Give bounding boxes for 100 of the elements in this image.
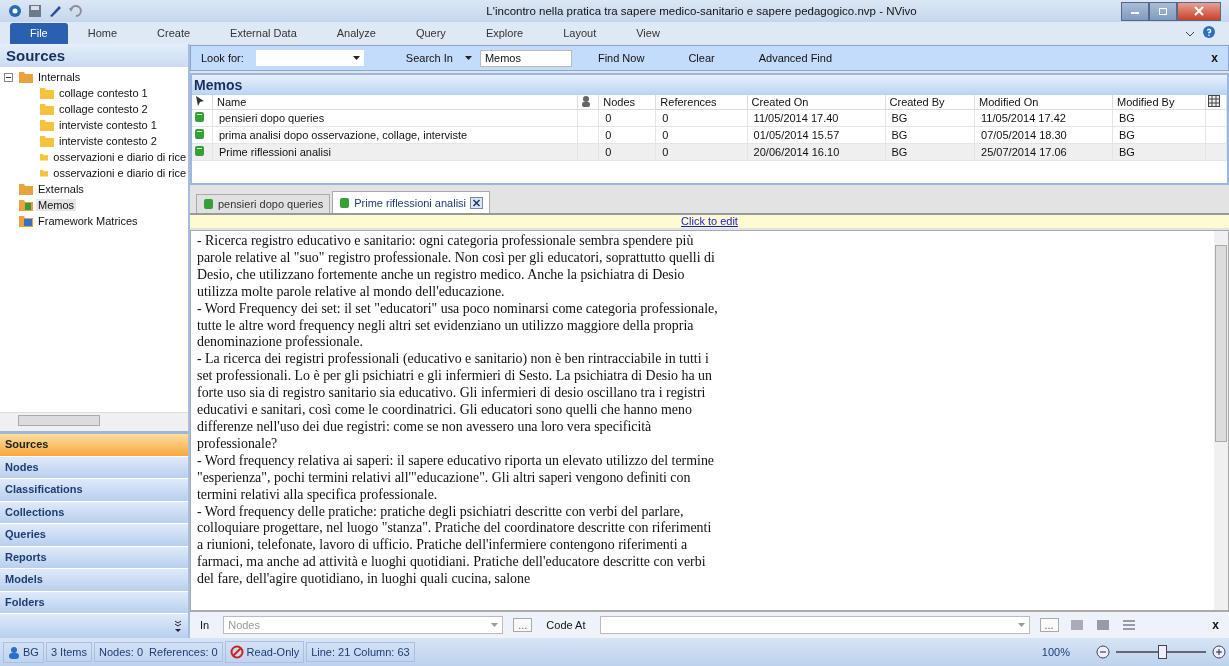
ribbon-tab[interactable]: View (616, 23, 680, 44)
navigation-button[interactable]: Queries (0, 524, 188, 547)
tree-item[interactable]: Framework Matrices (36, 215, 140, 227)
folder-icon (40, 135, 54, 147)
zoom-out-icon[interactable] (1096, 645, 1110, 659)
expand-chevron-icon[interactable] (174, 620, 182, 632)
ribbon-tab[interactable]: Explore (465, 23, 544, 44)
advanced-find-button[interactable]: Advanced Find (740, 52, 851, 64)
search-in-dropdown[interactable]: Search In (401, 52, 457, 64)
tree-item[interactable]: Memos (36, 199, 77, 211)
dropdown-caret-icon[interactable] (464, 56, 472, 60)
column-header[interactable]: Name (212, 95, 578, 110)
status-position: Line: 21 Column: 63 (306, 642, 415, 662)
table-cell: 11/05/2014 17.42 (974, 109, 1113, 127)
close-coding-bar-button[interactable]: x (1208, 618, 1223, 632)
help-icon[interactable] (1203, 26, 1215, 38)
close-tab-icon[interactable] (470, 196, 484, 209)
tree-item[interactable]: Internals (36, 71, 83, 83)
navigation-button[interactable]: Nodes (0, 456, 188, 479)
collapse-ribbon-icon[interactable] (1185, 30, 1195, 38)
table-cell: 25/07/2014 17.06 (974, 143, 1113, 161)
memo-icon (203, 198, 214, 210)
ribbon-tab[interactable]: Layout (543, 23, 617, 44)
app-logo-icon (8, 4, 22, 18)
zoom-in-icon[interactable] (1212, 645, 1226, 659)
folder-icon (40, 167, 49, 179)
table-cell: 07/05/2014 18.30 (974, 126, 1113, 144)
ribbon-tab[interactable]: Analyze (316, 23, 396, 44)
table-cell: 0 (655, 126, 748, 144)
folder-icon (19, 199, 33, 211)
vertical-scrollbar[interactable] (1214, 231, 1228, 610)
ribbon-tab[interactable]: Home (67, 23, 138, 44)
code-at-label: Code At (545, 619, 587, 631)
caret-icon (1017, 623, 1025, 627)
collapse-toggle[interactable] (4, 72, 16, 82)
document-tab[interactable]: Prime riflessioni analisi (332, 191, 491, 213)
status-counts: Nodes: 0 References: 0 (94, 642, 223, 662)
user-icon (8, 645, 20, 659)
browse-button[interactable]: ... (1039, 618, 1059, 632)
list-row[interactable]: prima analisi dopo osservazione, collage, interviste 0 0 01/05/2014 15.57 BG 07/05/2014 18.30 BG (192, 126, 1227, 144)
column-header[interactable]: Created On (747, 95, 886, 110)
memo-icon (194, 111, 205, 123)
tree-item[interactable]: interviste contesto 2 (57, 135, 159, 147)
table-cell: 11/05/2014 17.40 (747, 109, 886, 127)
find-now-button[interactable]: Find Now (579, 52, 663, 64)
click-to-edit-link[interactable]: Click to edit (681, 215, 738, 227)
user-icon (580, 95, 593, 107)
tree-item[interactable]: interviste contesto 1 (57, 119, 159, 131)
table-cell: BG (1112, 126, 1206, 144)
column-header[interactable]: Modified By (1112, 95, 1206, 110)
navigation-button[interactable]: Collections (0, 501, 188, 524)
navigation-button[interactable]: Classifications (0, 479, 188, 502)
clear-button[interactable]: Clear (670, 52, 733, 64)
folder-icon (40, 119, 54, 131)
table-cell: prima analisi dopo osservazione, collage, interviste (212, 126, 578, 144)
column-chooser-icon[interactable] (1208, 95, 1220, 107)
look-for-field[interactable] (255, 50, 364, 66)
document-tab[interactable]: pensieri dopo queries (196, 194, 331, 213)
save-icon[interactable] (28, 4, 42, 18)
table-cell: BG (885, 109, 975, 127)
folder-icon (40, 151, 49, 163)
ribbon-tab[interactable]: Query (395, 23, 466, 44)
horizontal-scrollbar[interactable] (0, 412, 188, 431)
ribbon-tab[interactable]: File (10, 23, 68, 44)
tree-item[interactable]: osservazioni e diario di rice (51, 151, 188, 163)
search-in-field[interactable]: Memos (479, 49, 572, 67)
column-header[interactable]: Created By (885, 95, 975, 110)
list-row[interactable]: pensieri dopo queries 0 0 11/05/2014 17.40 BG 11/05/2014 17.42 BG (192, 109, 1227, 127)
sources-header: Sources (0, 44, 188, 67)
caret-icon (352, 56, 360, 60)
table-cell: 0 (598, 143, 656, 161)
close-find-button[interactable]: x (1207, 51, 1222, 65)
navigation-button[interactable]: Models (0, 569, 188, 592)
table-cell: 0 (655, 109, 748, 127)
status-user: BG (23, 646, 39, 658)
column-header[interactable]: References (655, 95, 748, 110)
caret-icon (491, 623, 499, 627)
navigation-button[interactable]: Sources (0, 434, 188, 457)
table-cell: BG (1112, 109, 1206, 127)
maximize-button[interactable] (1149, 1, 1177, 21)
tree-item[interactable]: Externals (36, 183, 86, 195)
column-header[interactable]: Modified On (974, 95, 1113, 110)
ribbon-tab[interactable]: Create (137, 23, 211, 44)
restore-icon (1158, 7, 1168, 15)
minimize-button[interactable] (1121, 1, 1149, 21)
tree-item[interactable]: collage contesto 2 (57, 103, 150, 115)
table-cell: 0 (598, 126, 656, 144)
navigation-button[interactable]: Reports (0, 546, 188, 569)
navigation-button[interactable]: Folders (0, 591, 188, 614)
tree-item[interactable]: collage contesto 1 (57, 87, 150, 99)
column-header[interactable]: Nodes (598, 95, 656, 110)
memo-icon (339, 196, 351, 209)
ribbon-tab[interactable]: External Data (210, 23, 317, 44)
close-button[interactable] (1177, 1, 1221, 21)
pen-icon[interactable] (48, 4, 62, 18)
in-label: In (199, 619, 211, 631)
undo-icon[interactable] (68, 4, 82, 18)
browse-button[interactable]: ... (513, 618, 533, 632)
tree-item[interactable]: osservazioni e diario di rice (51, 167, 188, 179)
folder-icon (19, 215, 33, 227)
